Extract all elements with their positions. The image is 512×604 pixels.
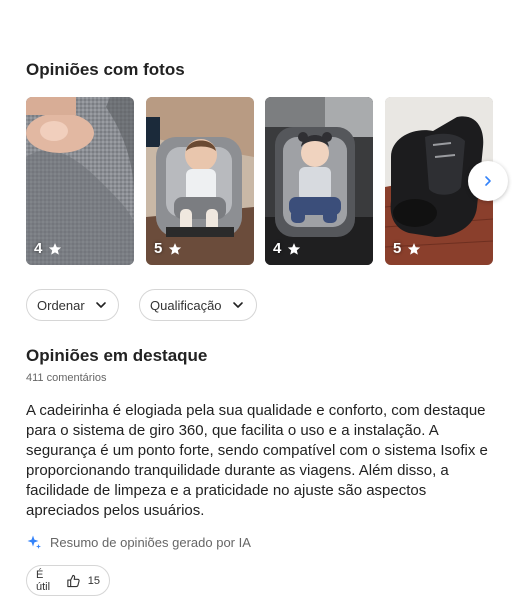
sort-dropdown-label: Ordenar <box>37 297 85 313</box>
chevron-down-icon <box>95 302 106 308</box>
photo-rating-value: 4 <box>273 240 282 257</box>
star-icon <box>169 242 182 255</box>
ai-sparkle-icon <box>27 535 41 549</box>
photo-rating: 4 <box>34 240 62 257</box>
photo-rating-value: 5 <box>154 240 163 257</box>
chevron-right-icon <box>485 176 491 186</box>
photo-rating: 5 <box>154 240 182 257</box>
photo-rating-value: 4 <box>34 240 43 257</box>
chevron-down-icon <box>232 302 243 308</box>
ai-summary-note-text: Resumo de opiniões gerado por IA <box>50 534 251 550</box>
photo-rating: 5 <box>393 240 421 257</box>
review-photo[interactable]: 4 <box>265 97 373 265</box>
photo-rating: 4 <box>273 240 301 257</box>
carousel-next-button[interactable] <box>468 161 508 201</box>
review-count: 411 comentários <box>26 372 107 384</box>
photo-rating-value: 5 <box>393 240 402 257</box>
star-icon <box>408 242 421 255</box>
rating-filter-dropdown[interactable]: Qualificação <box>139 289 257 321</box>
helpful-button[interactable]: É útil 15 <box>26 565 110 596</box>
thumbs-up-icon <box>67 574 80 587</box>
star-icon <box>49 242 62 255</box>
review-photo[interactable]: 5 <box>146 97 254 265</box>
rating-filter-label: Qualificação <box>150 297 222 313</box>
ai-summary-note: Resumo de opiniões gerado por IA <box>26 534 251 550</box>
star-icon <box>288 242 301 255</box>
featured-reviews-title: Opiniões em destaque <box>26 346 208 365</box>
photo-carousel: 4 5 4 5 <box>26 97 496 265</box>
helpful-label: É útil <box>36 568 51 593</box>
photos-section-title: Opiniões com fotos <box>26 60 185 79</box>
ai-review-summary: A cadeirinha é elogiada pela sua qualida… <box>26 402 488 519</box>
review-photo[interactable]: 4 <box>26 97 134 265</box>
helpful-count: 15 <box>87 574 100 587</box>
sort-dropdown[interactable]: Ordenar <box>26 289 119 321</box>
